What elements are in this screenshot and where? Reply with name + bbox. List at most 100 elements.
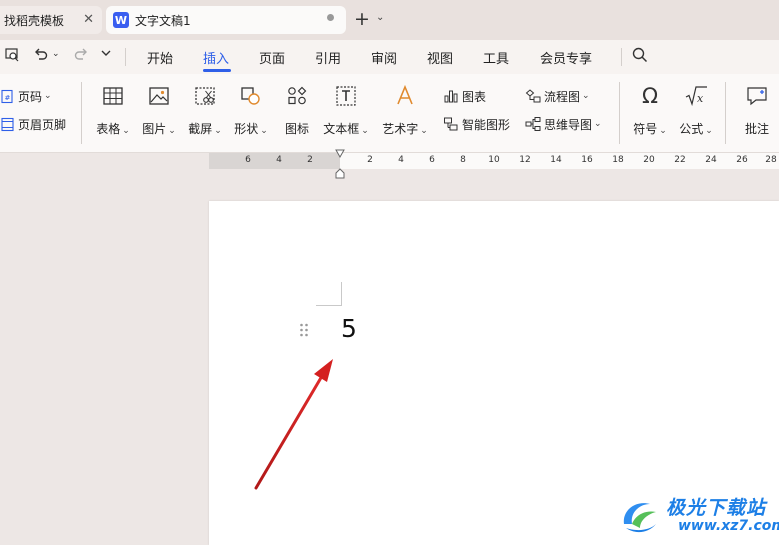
omega-icon: Ω [642,84,658,108]
symbol-button[interactable]: Ω 符号 ⌄ [628,84,672,137]
smart-shape-button[interactable]: 智能图形 [443,114,510,134]
paragraph-drag-handle-icon[interactable] [299,322,309,338]
table-button[interactable]: 表格 ⌄ [91,84,135,137]
undo-menu-chevron-icon[interactable]: ⌄ [52,49,60,59]
svg-text:#: # [5,94,11,102]
table-icon [103,87,123,105]
page-number-label: 页码 [18,89,43,104]
unsaved-dot-icon [327,14,334,21]
menu-bar: ⌄ 开始 插入 页面 引用 审阅 视图 工具 会员专享 [0,40,779,74]
watermark-url: www.xz7.com [678,518,779,534]
horizontal-ruler[interactable]: 6 4 2 2 4 6 8 10 12 14 16 18 20 22 24 26… [209,153,779,169]
svg-text:x: x [697,92,704,105]
ruler-tick: 4 [398,155,404,165]
divider [619,82,620,144]
picture-button[interactable]: 图片 ⌄ [137,84,181,137]
screenshot-button[interactable]: 截屏 ⌄ [183,84,227,137]
table-label: 表格 [96,122,121,136]
textbox-label: 文本框 [323,122,360,136]
menu-view[interactable]: 视图 [427,48,453,67]
wordart-icon [397,84,413,105]
flowchart-button[interactable]: 流程图 ⌄ [525,86,590,106]
mindmap-icon [525,117,541,131]
screenshot-label: 截屏 [188,122,213,136]
ruler-tick: 10 [488,155,500,165]
active-tab-indicator [203,69,231,72]
menu-home[interactable]: 开始 [147,48,173,67]
menu-member[interactable]: 会员专享 [540,48,592,67]
svg-text:Ω: Ω [642,84,658,108]
ruler-tick: 2 [307,155,313,165]
picture-icon [149,87,169,105]
formula-label: 公式 [679,122,704,136]
chevron-down-icon[interactable]: ⌄ [376,12,384,23]
menu-review[interactable]: 审阅 [371,48,397,67]
ruler-tick: 8 [460,155,466,165]
picture-label: 图片 [142,122,167,136]
ruler-tick: 18 [612,155,624,165]
menu-insert[interactable]: 插入 [203,48,229,67]
smart-shape-label: 智能图形 [462,117,511,132]
ruler-tick: 2 [367,155,373,165]
site-watermark: 极光下载站 www.xz7.com [618,494,779,540]
wps-writer-icon: W [113,12,129,28]
tab-document[interactable]: W 文字文稿1 [106,6,346,34]
wordart-label: 艺术字 [382,122,419,136]
ruler-tick: 16 [581,155,593,165]
ruler-tick: 28 [765,155,777,165]
scissors-icon [195,87,215,105]
header-footer-button[interactable]: 页眉页脚 [0,114,66,134]
shape-button[interactable]: 形状 ⌄ [229,84,273,137]
quick-access-more-icon[interactable] [100,46,112,64]
comment-label: 批注 [744,122,769,136]
watermark-logo-icon [623,503,656,533]
flowchart-label: 流程图 [544,89,581,104]
chart-button[interactable]: 图表 [443,86,486,106]
margin-corner-mark [316,305,342,306]
hanging-indent-marker[interactable] [335,168,345,179]
wordart-button[interactable]: 艺术字 ⌄ [382,84,428,137]
symbol-label: 符号 [633,122,658,136]
divider [725,82,726,144]
mindmap-button[interactable]: 思维导图 ⌄ [525,114,602,134]
divider [81,82,82,144]
ruler-tick: 26 [736,155,748,165]
comment-icon [747,87,767,106]
icon-library-icon [288,86,307,105]
ruler-tick: 20 [643,155,655,165]
watermark-name: 极光下载站 [666,497,767,519]
tab-label: 文字文稿1 [135,13,191,28]
menu-tools[interactable]: 工具 [483,48,509,67]
page-number-icon: # [1,89,13,103]
document-text[interactable]: 5 [341,314,357,343]
new-tab-button[interactable]: + [354,10,370,29]
redo-icon[interactable] [73,46,89,66]
menu-references[interactable]: 引用 [315,48,341,67]
tab-label: 找稻壳模板 [4,13,65,28]
comment-button[interactable]: 批注 [735,84,779,137]
smart-shape-icon [444,117,458,131]
header-footer-icon [1,117,14,131]
ruler-tick: 22 [674,155,686,165]
shapes-icon [241,87,260,105]
ruler-margin [209,153,340,169]
icon-button[interactable]: 图标 [275,84,319,137]
margin-corner-mark [341,282,342,306]
shape-label: 形状 [234,122,259,136]
chart-label: 图表 [462,89,487,104]
ribbon-insert: # 页码 ⌄ 页眉页脚 表格 ⌄ 图片 ⌄ 截屏 ⌄ 形状 ⌄ 图标 文本框 ⌄ 艺术字 ⌄ … [0,74,779,153]
first-line-indent-marker[interactable] [335,149,345,159]
undo-icon[interactable] [33,46,49,66]
textbox-button[interactable]: 文本框 ⌄ [323,84,369,137]
search-icon[interactable] [632,47,648,67]
textbox-icon [336,86,356,106]
ruler-tick: 14 [550,155,562,165]
menu-page[interactable]: 页面 [259,48,285,67]
print-preview-icon[interactable] [4,46,20,66]
formula-button[interactable]: x 公式 ⌄ [674,84,718,137]
close-icon[interactable]: ✕ [83,12,94,27]
tab-bar: 找稻壳模板 ✕ W 文字文稿1 + ⌄ [0,0,779,40]
page-number-button[interactable]: # 页码 ⌄ [0,86,52,106]
flowchart-icon [525,89,541,103]
tab-template-store[interactable]: 找稻壳模板 ✕ [0,6,102,34]
